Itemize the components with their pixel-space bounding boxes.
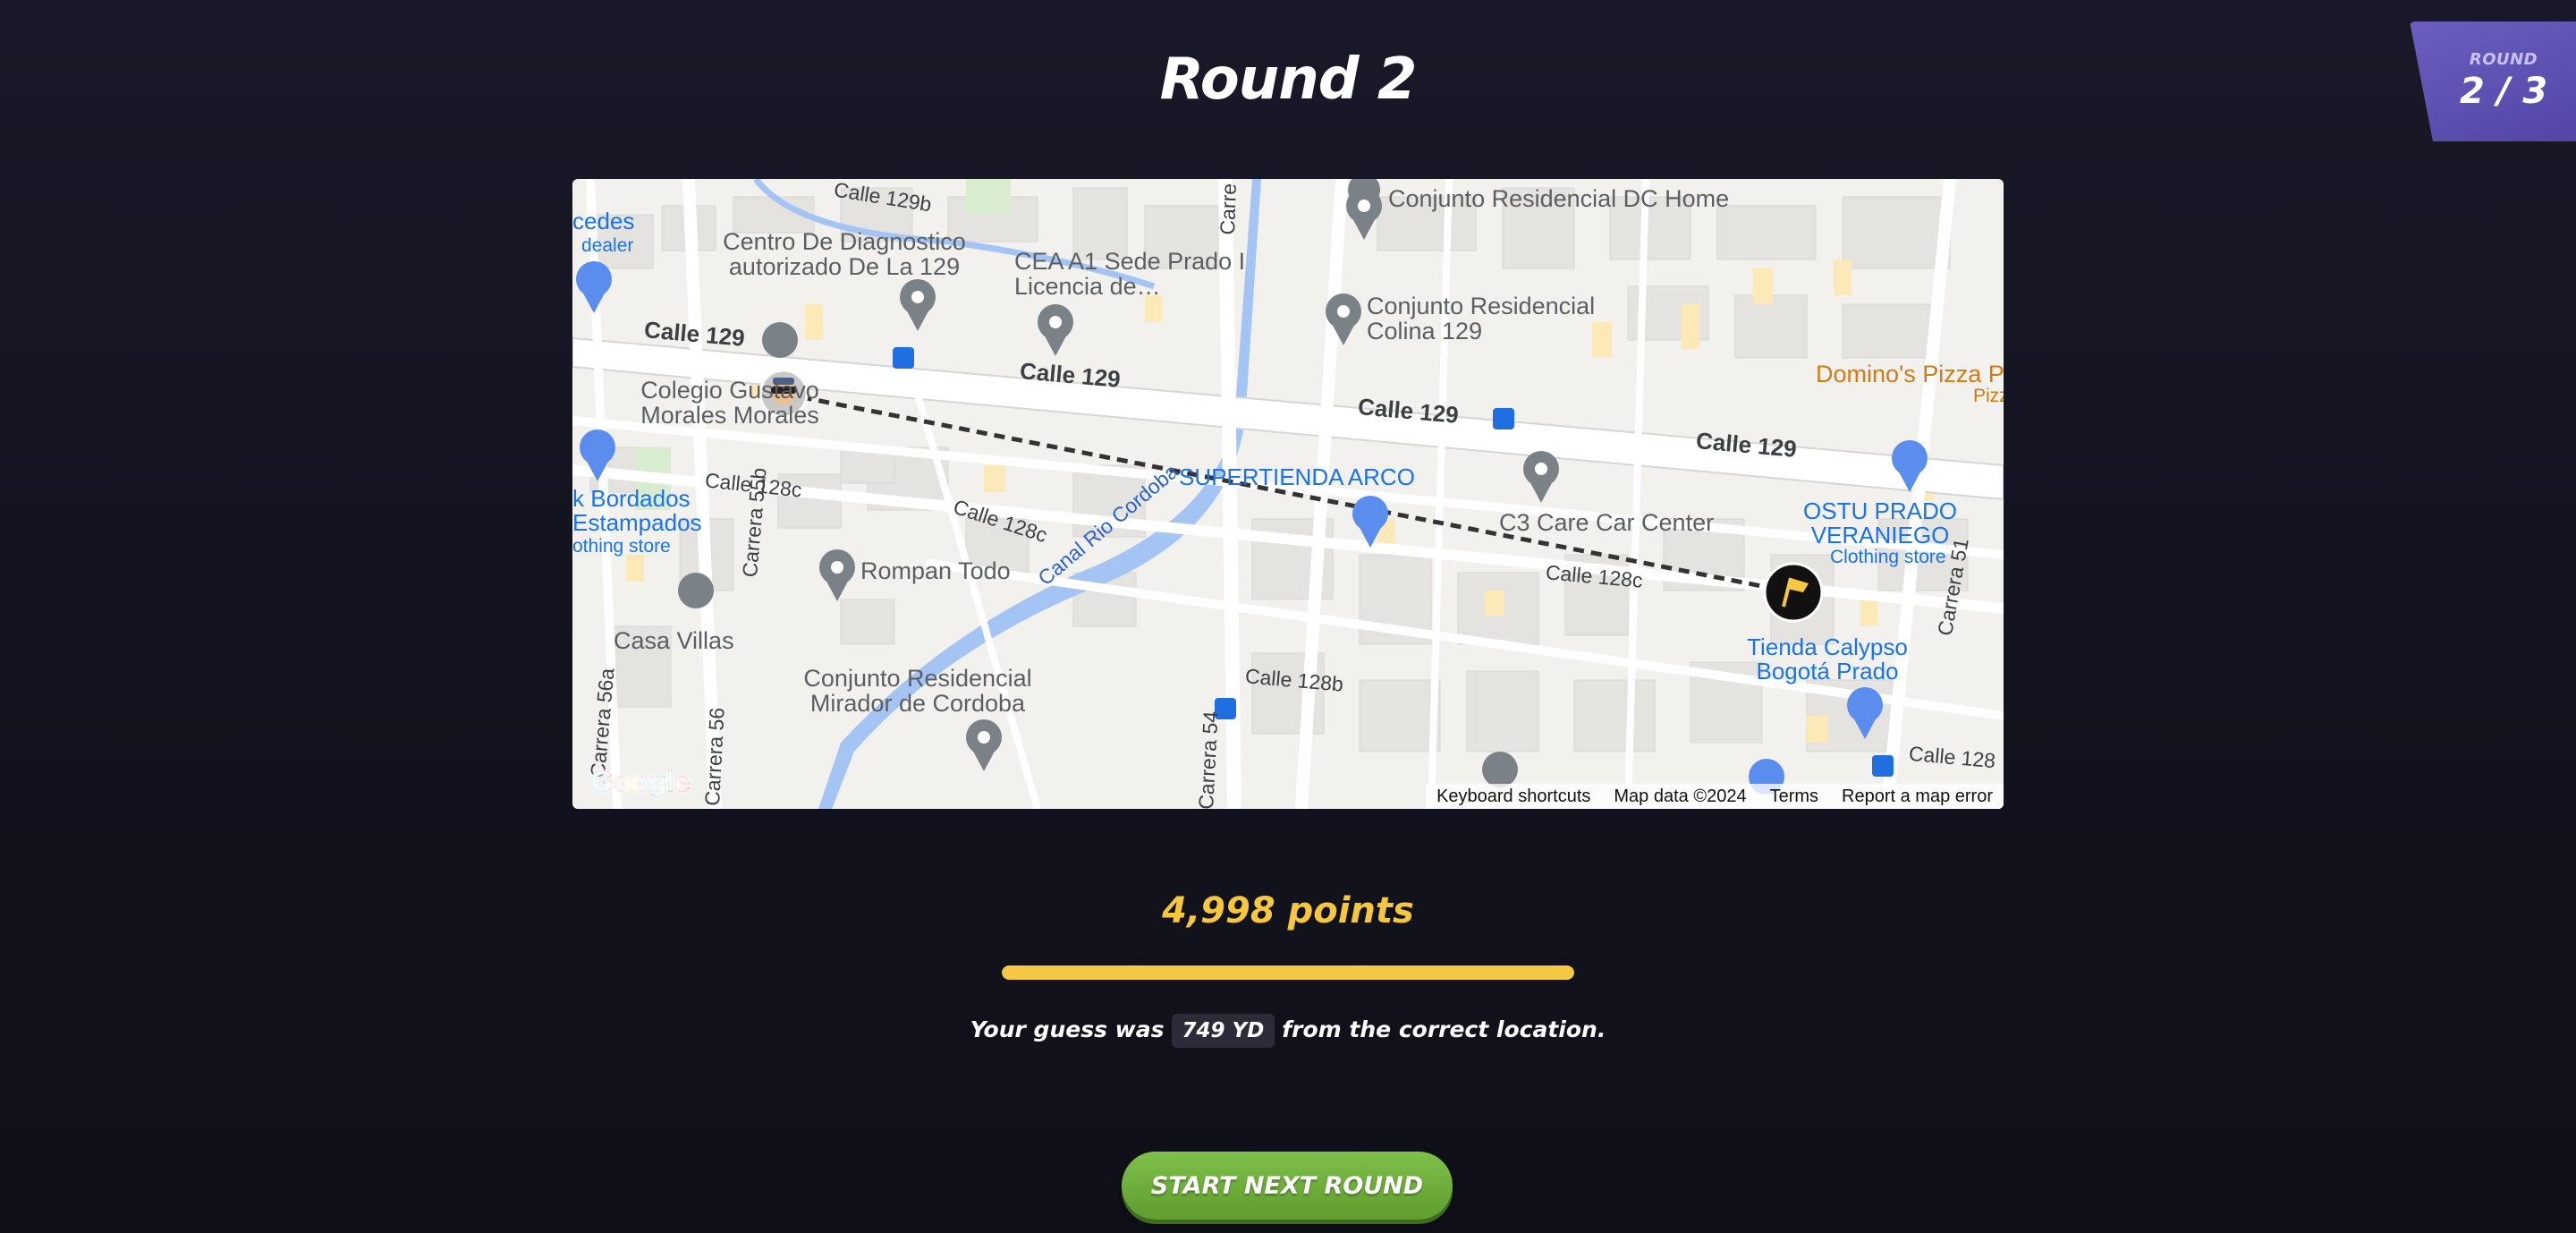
street-label: Carre xyxy=(1216,183,1241,235)
poi-label: CEA A1 Sede Prado I Licencia de… xyxy=(1014,248,1246,301)
map-attribution: Keyboard shortcuts Map data ©2024 Terms … xyxy=(1426,784,2004,809)
business-label: SUPERTIENDA ARCO xyxy=(1179,463,1415,490)
poi-label: Conjunto Residencial DC Home xyxy=(1388,185,1730,212)
street-label: Carrera 54 xyxy=(1194,710,1223,809)
distance-badge: 749 YD xyxy=(1171,1014,1275,1048)
business-label: othing store xyxy=(572,536,671,557)
business-label: cedes xyxy=(572,208,635,234)
business-label: Clothing store xyxy=(1830,547,1946,567)
result-map[interactable]: Conjunto Residencial DC Home Centro De D… xyxy=(572,179,2004,809)
poi-label: Rompan Todo xyxy=(860,557,1011,584)
guess-suffix: from the correct location. xyxy=(1282,1016,1606,1042)
round-badge-value: 2 / 3 xyxy=(2459,71,2548,112)
score-progress-fill xyxy=(1002,965,1574,980)
street-label: Carrera 56 xyxy=(700,707,729,807)
business-label: dealer xyxy=(581,235,634,256)
business-label: Tienda Calypso Bogotá Prado xyxy=(1747,634,1908,685)
guess-prefix: Your guess was xyxy=(970,1016,1165,1042)
score-progress-bar xyxy=(1002,965,1574,980)
poi-label: Casa Villas xyxy=(614,627,734,654)
poi-label: Centro De Diagnostico autorizado De La 1… xyxy=(723,228,966,281)
business-label: k Bordados Estampados xyxy=(572,485,702,537)
round-badge: ROUND 2 / 3 xyxy=(2410,21,2576,141)
poi-label: Conjunto Residencial Colina 129 xyxy=(1367,293,1596,345)
poi-label: Conjunto Residencial Mirador de Cordoba xyxy=(803,665,1032,718)
google-logo: Google xyxy=(590,765,691,799)
terms-link[interactable]: Terms xyxy=(1770,787,1818,807)
business-label: OSTU PRADO VERANIEGO xyxy=(1803,497,1957,549)
poi-label: C3 Care Car Center xyxy=(1499,509,1715,536)
map-data-text: Map data ©2024 xyxy=(1614,786,1747,806)
business-label: Domino's Pizza P xyxy=(1816,361,2004,387)
round-badge-label: ROUND xyxy=(2469,50,2538,69)
answer-marker xyxy=(1763,562,1824,623)
keyboard-shortcuts-link[interactable]: Keyboard shortcuts xyxy=(1436,787,1590,807)
report-map-error-link[interactable]: Report a map error xyxy=(1842,787,1993,807)
business-label: Pizz xyxy=(1973,386,2004,406)
points-score: 4,998 points xyxy=(1162,890,1414,931)
start-next-round-button[interactable]: START NEXT ROUND xyxy=(1122,1152,1453,1220)
guess-distance-text: Your guess was 749 YD from the correct loc… xyxy=(0,1014,2576,1048)
poi-label: Colegio Gustavo Morales Morales xyxy=(640,377,819,429)
round-title: Round 2 xyxy=(1159,47,1418,113)
